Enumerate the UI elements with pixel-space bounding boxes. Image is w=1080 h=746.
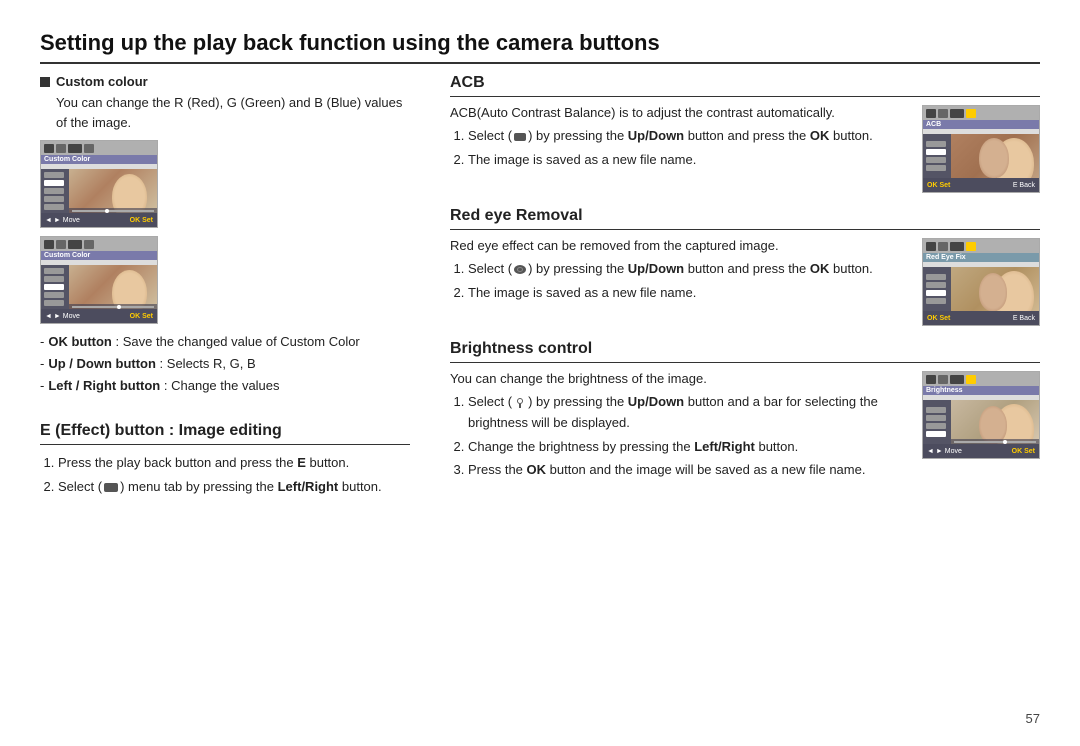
leftright-button-label: Left / Right button (48, 378, 160, 393)
ok-button-desc: Save the changed value of Custom Color (123, 334, 360, 349)
acb-step-2: The image is saved as a new file name. (468, 150, 910, 171)
custom-colour-desc-list: - OK button : Save the changed value of … (40, 332, 410, 396)
brightness-step-2: Change the brightness by pressing the Le… (468, 437, 910, 458)
desc-item-ok: - OK button : Save the changed value of … (40, 332, 410, 352)
brightness-bottom-ok: OK Set (1012, 448, 1035, 455)
ok-button-label: OK button (48, 334, 112, 349)
acb-steps: Select () by pressing the Up/Down button… (468, 126, 910, 171)
camera-screen-brightness: Brightness (922, 371, 1040, 459)
brightness-section: Brightness control You can change the br… (450, 340, 1040, 484)
acb-label: ACB (923, 120, 1039, 129)
acb-bottom-ok: OK Set (927, 182, 950, 189)
brightness-step-1: Select () by pressing the Up/Down button… (468, 392, 910, 434)
page-number: 57 (1026, 711, 1040, 726)
cam-bottom-move-1: ◄ ► Move (45, 217, 80, 224)
custom-colour-desc: You can change the R (Red), G (Green) an… (56, 93, 410, 132)
acb-description: ACB(Auto Contrast Balance) is to adjust … (450, 105, 910, 120)
brightness-title: Brightness control (450, 340, 1040, 363)
brightness-label: Brightness (923, 386, 1039, 395)
e-effect-step-2: Select () menu tab by pressing the Left/… (58, 477, 410, 498)
cam-label-custom-2: Custom Color (41, 251, 157, 260)
redeye-bottom-ok: OK Set (927, 315, 950, 322)
camera-screen-redeye: Red Eye Fix OK Set (922, 238, 1040, 326)
acb-screen-wrapper: ACB OK Set E Back (922, 105, 1040, 193)
brightness-step-3: Press the OK button and the image will b… (468, 460, 910, 481)
acb-title: ACB (450, 74, 1040, 97)
updown-button-label: Up / Down button (48, 356, 156, 371)
cam-bottom-move-2: ◄ ► Move (45, 313, 80, 320)
desc-item-leftright: - Left / Right button : Change the value… (40, 376, 410, 396)
redeye-bottom-e: E Back (1013, 315, 1035, 322)
redeye-label: Red Eye Fix (923, 253, 1039, 262)
e-effect-steps: Press the play back button and press the… (58, 453, 410, 498)
cam-label-custom-1: Custom Color (41, 155, 157, 164)
acb-content: ACB(Auto Contrast Balance) is to adjust … (450, 105, 910, 174)
cam-bottom-ok-1: OK Set (130, 217, 153, 224)
redeye-steps: Select () by pressing the Up/Down button… (468, 259, 910, 304)
acb-bottom-e: E Back (1013, 182, 1035, 189)
custom-colour-label: Custom colour (56, 74, 148, 89)
redeye-step-2: The image is saved as a new file name. (468, 283, 910, 304)
desc-item-updown: - Up / Down button : Selects R, G, B (40, 354, 410, 374)
e-effect-title: E (Effect) button : Image editing (40, 422, 410, 445)
e-effect-section: E (Effect) button : Image editing Press … (40, 416, 410, 498)
camera-screen-acb: ACB OK Set E Back (922, 105, 1040, 193)
redeye-screen-wrapper: Red Eye Fix OK Set (922, 238, 1040, 326)
brightness-steps: Select () by pressing the Up/Down button… (468, 392, 910, 481)
bullet-icon (40, 77, 50, 87)
redeye-step-1: Select () by pressing the Up/Down button… (468, 259, 910, 280)
cam-bottom-ok-2: OK Set (130, 313, 153, 320)
redeye-content: Red eye effect can be removed from the c… (450, 238, 910, 307)
right-column: ACB ACB(Auto Contrast Balance) is to adj… (450, 74, 1040, 501)
brightness-screen-wrapper: Brightness (922, 371, 1040, 459)
acb-step-1: Select () by pressing the Up/Down button… (468, 126, 910, 147)
brightness-content: You can change the brightness of the ima… (450, 371, 910, 484)
redeye-description: Red eye effect can be removed from the c… (450, 238, 910, 253)
redeye-title: Red eye Removal (450, 207, 1040, 230)
camera-screen-custom-1: Custom Color ◄ ► Mov (40, 140, 158, 228)
page-title: Setting up the play back function using … (40, 30, 1040, 64)
left-column: Custom colour You can change the R (Red)… (40, 74, 410, 501)
acb-section: ACB ACB(Auto Contrast Balance) is to adj… (450, 74, 1040, 193)
custom-colour-screens: Custom Color ◄ ► Mov (40, 140, 410, 324)
e-effect-step-1: Press the play back button and press the… (58, 453, 410, 474)
redeye-section: Red eye Removal Red eye effect can be re… (450, 207, 1040, 326)
brightness-description: You can change the brightness of the ima… (450, 371, 910, 386)
brightness-bottom-move: ◄ ► Move (927, 448, 962, 455)
leftright-button-desc: Change the values (171, 378, 279, 393)
custom-colour-header: Custom colour (40, 74, 410, 89)
custom-colour-section: Custom colour You can change the R (Red)… (40, 74, 410, 396)
camera-screen-custom-2: Custom Color ◄ ► Mov (40, 236, 158, 324)
updown-button-desc: Selects R, G, B (167, 356, 256, 371)
